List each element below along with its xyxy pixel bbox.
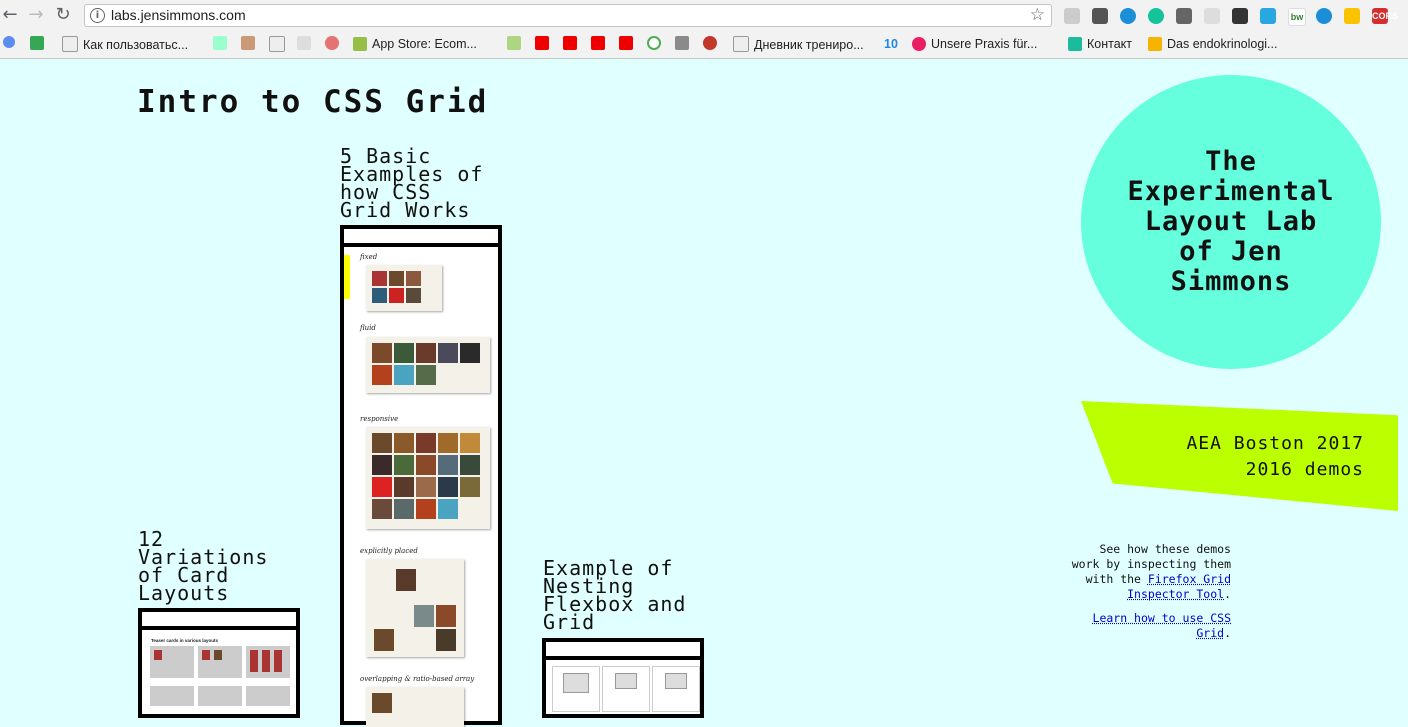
learn-css-grid-link[interactable]: Learn how to use CSS Grid (1093, 611, 1231, 640)
youtube-icon[interactable] (563, 36, 577, 50)
bookmark-star-icon[interactable]: ☆ (1030, 5, 1045, 25)
lab-title: The Experimental Layout Lab of Jen Simmo… (1127, 146, 1335, 297)
endo-icon (1148, 37, 1162, 51)
thumb-label: fixed (360, 253, 378, 261)
aside-paragraph: Learn how to use CSS Grid. (1092, 611, 1231, 640)
youtube-icon[interactable] (619, 36, 633, 50)
bookmark-item[interactable]: App Store: Ecom... (353, 36, 477, 52)
demo-heading-basic[interactable]: 5 Basic Examples of how CSS Grid Works (340, 146, 483, 220)
browser-chrome: ← → ↻ i labs.jensimmons.com ☆ bw CORS Ка… (0, 0, 1408, 59)
preview-bar (546, 642, 700, 660)
wappalyzer-extension-icon[interactable] (1260, 8, 1276, 24)
preview-bar (344, 229, 498, 247)
chart-extension-icon[interactable] (1232, 8, 1248, 24)
preview-bar (142, 612, 296, 630)
page-icon (733, 36, 749, 52)
gallery-thumb-fixed (366, 265, 442, 311)
link-2016-demos[interactable]: 2016 demos (1246, 459, 1364, 480)
preview-sidebar-tag (344, 255, 350, 299)
bw-extension-icon[interactable]: bw (1288, 8, 1306, 26)
bookmark-item[interactable]: Das endokrinologi... (1148, 36, 1277, 52)
contact-icon (1068, 37, 1082, 51)
download-extension-icon[interactable] (1176, 8, 1192, 24)
plane-icon[interactable] (297, 36, 311, 50)
thumb-label: overlapping & ratio-based array (360, 675, 475, 683)
banner (1081, 401, 1398, 511)
image-icon[interactable] (675, 36, 689, 50)
gallery-thumb-responsive (366, 427, 490, 529)
youtube-icon[interactable] (591, 36, 605, 50)
bookmark-item[interactable]: Контакт (1068, 36, 1132, 52)
praxis-icon (912, 37, 926, 51)
drive-icon[interactable] (30, 36, 44, 50)
bookmark-number[interactable]: 10 (884, 36, 898, 52)
thumb-label: fluid (360, 324, 376, 332)
tag-icon[interactable] (507, 36, 521, 50)
bookmark-item[interactable]: Дневник трениро... (733, 36, 864, 52)
youtube-icon[interactable] (535, 36, 549, 50)
demo-preview-cards[interactable]: Teaser cards in various layouts (138, 608, 300, 718)
aside-info: See how these demos work by inspecting t… (1070, 542, 1231, 641)
shopify-icon (353, 37, 367, 51)
preview-inner-title: Teaser cards in various layouts (151, 638, 218, 643)
page-icon (62, 36, 78, 52)
back-icon[interactable]: ← (0, 5, 20, 25)
page-title: Intro to CSS Grid (137, 84, 489, 120)
cors-extension-icon[interactable]: CORS (1372, 8, 1398, 24)
compass-extension-icon[interactable] (1316, 8, 1332, 24)
thumb-label: explicitly placed (360, 547, 418, 555)
demo-preview-basic[interactable]: fixed fluid responsive explicitly placed… (340, 225, 502, 727)
cloud-icon[interactable] (325, 36, 339, 50)
gallery-thumb-fluid (366, 337, 490, 393)
reload-icon[interactable]: ↻ (53, 5, 73, 25)
avatar-icon[interactable] (703, 36, 717, 50)
gallery-thumb-overlapping (366, 687, 464, 727)
mailchimp-icon[interactable] (241, 36, 255, 50)
rocket-extension-icon[interactable] (1344, 8, 1360, 24)
site-info-icon[interactable]: i (90, 8, 105, 23)
target-icon[interactable] (647, 36, 661, 50)
demo-preview-nesting[interactable] (542, 638, 704, 718)
aside-paragraph: See how these demos work by inspecting t… (1071, 542, 1231, 601)
url-text[interactable]: labs.jensimmons.com (111, 7, 246, 23)
evernote-extension-icon[interactable] (1092, 8, 1108, 24)
demo-heading-nesting[interactable]: Example of Nesting Flexbox and Grid (543, 558, 686, 632)
blank-extension-icon[interactable] (1204, 8, 1220, 24)
apps-icon[interactable] (3, 36, 15, 48)
demo-heading-cards[interactable]: 12 Variations of Card Layouts (138, 529, 268, 603)
safari-extension-icon[interactable] (1120, 8, 1136, 24)
bookmark-item[interactable]: Как пользоватьс... (62, 36, 188, 52)
thumb-label: responsive (360, 415, 399, 423)
bookmarks-bar: Как пользоватьс... App Store: Ecom... Дн… (0, 32, 1408, 56)
cloud-extension-icon[interactable] (1064, 8, 1080, 24)
gallery-thumb-explicit (366, 559, 464, 657)
sheet-icon[interactable] (213, 36, 227, 50)
lab-title-circle: The Experimental Layout Lab of Jen Simmo… (1081, 75, 1381, 369)
forward-icon[interactable]: → (26, 5, 46, 25)
page-icon[interactable] (269, 36, 285, 52)
bookmark-item[interactable]: Unsere Praxis für... (912, 36, 1037, 52)
grammarly-extension-icon[interactable] (1148, 8, 1164, 24)
address-bar[interactable]: i labs.jensimmons.com ☆ (84, 4, 1052, 27)
link-aea-boston-2017[interactable]: AEA Boston 2017 (1186, 433, 1364, 454)
